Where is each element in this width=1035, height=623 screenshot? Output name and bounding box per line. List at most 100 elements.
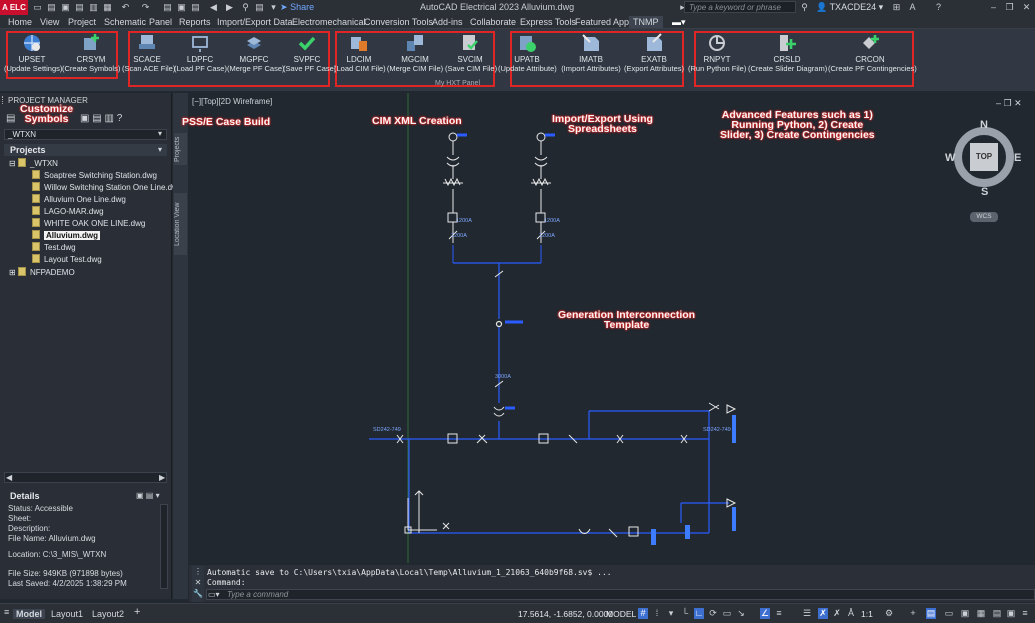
tab-layout1[interactable]: Layout1: [51, 609, 83, 619]
wcs-menu[interactable]: WCS: [970, 212, 998, 222]
new-icon[interactable]: ▭: [32, 2, 43, 12]
exatb-button[interactable]: EXATB (Export Attributes): [624, 29, 684, 89]
tab-project[interactable]: Project: [68, 17, 96, 27]
crsym-button[interactable]: CRSYM (Create Symbols): [62, 29, 120, 89]
tab-view[interactable]: View: [40, 17, 59, 27]
viewcube[interactable]: TOP N S E W: [945, 119, 1021, 198]
tab-express-tools[interactable]: Express Tools: [520, 17, 576, 27]
crsld-button[interactable]: CRSLD (Create Slider Diagram): [748, 29, 827, 89]
transparency-icon[interactable]: ≡: [774, 608, 784, 619]
tab-schematic[interactable]: Schematic: [104, 17, 146, 27]
tree-item-drawing[interactable]: Alluvium One Line.dwg: [32, 194, 126, 206]
svpfc-button[interactable]: SVPFC (Save PF Case): [283, 29, 336, 89]
open-icon[interactable]: ▤: [46, 2, 57, 12]
tree-project-nfpademo[interactable]: ⊞ NFPADEMO: [9, 267, 75, 279]
compass-w[interactable]: W: [945, 152, 955, 164]
help-circle-icon[interactable]: ?: [117, 113, 123, 124]
grid-icon[interactable]: #: [638, 608, 648, 619]
compass-n[interactable]: N: [980, 119, 988, 131]
tab-collaborate[interactable]: Collaborate: [470, 17, 516, 27]
print-icon[interactable]: ▦: [102, 2, 113, 12]
cart-icon[interactable]: ⊞: [891, 2, 902, 12]
otrack-icon[interactable]: ↘: [736, 608, 746, 619]
expand-icon[interactable]: ⊞: [9, 268, 16, 277]
status-icon-b[interactable]: ▤: [992, 608, 1002, 619]
clean-screen-icon[interactable]: ▣: [960, 608, 970, 619]
snap-icon[interactable]: ⁞: [652, 608, 662, 619]
annotation-visibility-icon[interactable]: ✗: [832, 608, 842, 619]
viewport-controls-label[interactable]: [−][Top][2D Wireframe]: [192, 97, 272, 106]
add-layout-icon[interactable]: +: [134, 606, 140, 618]
save-icon[interactable]: ▣: [60, 2, 71, 12]
scroll-left-icon[interactable]: ◀: [6, 473, 12, 482]
qa-icon-3[interactable]: ▤: [190, 2, 201, 12]
compass-e[interactable]: E: [1014, 152, 1021, 164]
tab-conversion-tools[interactable]: Conversion Tools: [364, 17, 433, 27]
selection-cycling-icon[interactable]: ☰: [802, 608, 812, 619]
crcon-button[interactable]: CRCON (Create PF Contingencies): [828, 29, 917, 89]
tree-item-drawing[interactable]: Willow Switching Station One Line.dwg: [32, 182, 182, 194]
annotation-scale-icon[interactable]: Å: [846, 608, 856, 619]
ldcim-button[interactable]: LDCIM (Load CIM File): [334, 29, 386, 89]
back-icon[interactable]: ◀: [208, 2, 219, 12]
plus-icon[interactable]: +: [908, 608, 918, 619]
ribbon-panel-name[interactable]: My HXT Panel: [435, 80, 480, 87]
help-icon[interactable]: ?: [933, 2, 944, 12]
annotation-monitor-icon[interactable]: ✗: [818, 608, 828, 619]
project-select[interactable]: _WTXN: [4, 129, 167, 140]
restore-icon[interactable]: ❐: [1004, 2, 1015, 12]
lineweight-icon[interactable]: ∠: [760, 608, 770, 619]
autodesk-a-icon[interactable]: A: [907, 2, 918, 12]
save-as-icon[interactable]: ▤: [74, 2, 85, 12]
tree-item-drawing[interactable]: Soaptree Switching Station.dwg: [32, 170, 157, 182]
upatb-button[interactable]: UPATB (Update Attribute): [498, 29, 557, 89]
tree-item-drawing[interactable]: WHITE OAK ONE LINE.dwg: [32, 218, 145, 230]
details-v-scrollbar[interactable]: [160, 504, 168, 589]
properties-icon[interactable]: ▤: [92, 113, 101, 124]
command-prompt-icon[interactable]: ▭▾: [208, 590, 220, 599]
binoculars-icon[interactable]: ⚲: [799, 2, 810, 12]
qa-icon-2[interactable]: ▣: [176, 2, 187, 12]
ortho-icon[interactable]: └: [680, 608, 690, 619]
layout-menu-icon[interactable]: ≡: [4, 607, 9, 617]
coordinate-readout[interactable]: 17.5614, -1.6852, 0.0000: [518, 609, 613, 619]
status-icon-a[interactable]: ▦: [976, 608, 986, 619]
polar-tracking-icon[interactable]: ⟳: [708, 608, 718, 619]
projects-chevron-icon[interactable]: ▾: [158, 145, 162, 154]
workspace-gear-icon[interactable]: ⚙: [884, 608, 894, 619]
tab-reports[interactable]: Reports: [179, 17, 211, 27]
panel-grip-icon[interactable]: [2, 96, 6, 104]
app-logo[interactable]: A ELC: [0, 0, 28, 15]
forward-icon[interactable]: ▶: [224, 2, 235, 12]
viewcube-top[interactable]: TOP: [970, 143, 998, 171]
undo-icon[interactable]: ↶: [120, 2, 131, 12]
tab-featured-apps[interactable]: Featured Apps: [575, 17, 634, 27]
qa-icon-4[interactable]: ⚲: [240, 2, 251, 12]
upset-button[interactable]: UPSET (Update Settings): [4, 29, 62, 89]
scace-button[interactable]: SCACE (Scan ACE File): [122, 29, 175, 89]
snap-dropdown-icon[interactable]: ▾: [666, 608, 676, 619]
polar-icon[interactable]: ∟: [694, 608, 704, 619]
rnpyt-button[interactable]: RNPYT (Run Python File): [688, 29, 746, 89]
redo-icon[interactable]: ↷: [140, 2, 151, 12]
tree-item-drawing[interactable]: Layout Test.dwg: [32, 254, 102, 266]
tab-overflow-icon[interactable]: ▬▾: [672, 17, 686, 28]
tab-electromechanical[interactable]: Electromechanical: [292, 17, 366, 27]
isolate-icon[interactable]: ▤: [926, 608, 936, 619]
tree-project-wtxn[interactable]: ⊟ _WTXN: [9, 158, 58, 170]
qa-icon-1[interactable]: ▤: [162, 2, 173, 12]
user-account[interactable]: 👤 TXACDE24 ▾: [816, 2, 883, 13]
search-input[interactable]: Type a keyword or phrase: [684, 1, 796, 13]
status-icon-c[interactable]: ▣: [1006, 608, 1016, 619]
select-chevron-icon[interactable]: ▾: [158, 129, 162, 138]
share-button[interactable]: ➤ Share: [280, 2, 314, 13]
tab-import-export[interactable]: Import/Export Data: [217, 17, 293, 27]
compass-s[interactable]: S: [981, 186, 988, 198]
tab-panel[interactable]: Panel: [149, 17, 172, 27]
minimize-icon[interactable]: –: [988, 2, 999, 12]
hardware-accel-icon[interactable]: ▭: [944, 608, 954, 619]
tree-item-drawing[interactable]: LAGO-MAR.dwg: [32, 206, 104, 218]
tree-h-scrollbar[interactable]: [4, 472, 167, 483]
open-project-icon[interactable]: ▤: [6, 113, 15, 124]
scroll-right-icon[interactable]: ▶: [159, 473, 165, 482]
